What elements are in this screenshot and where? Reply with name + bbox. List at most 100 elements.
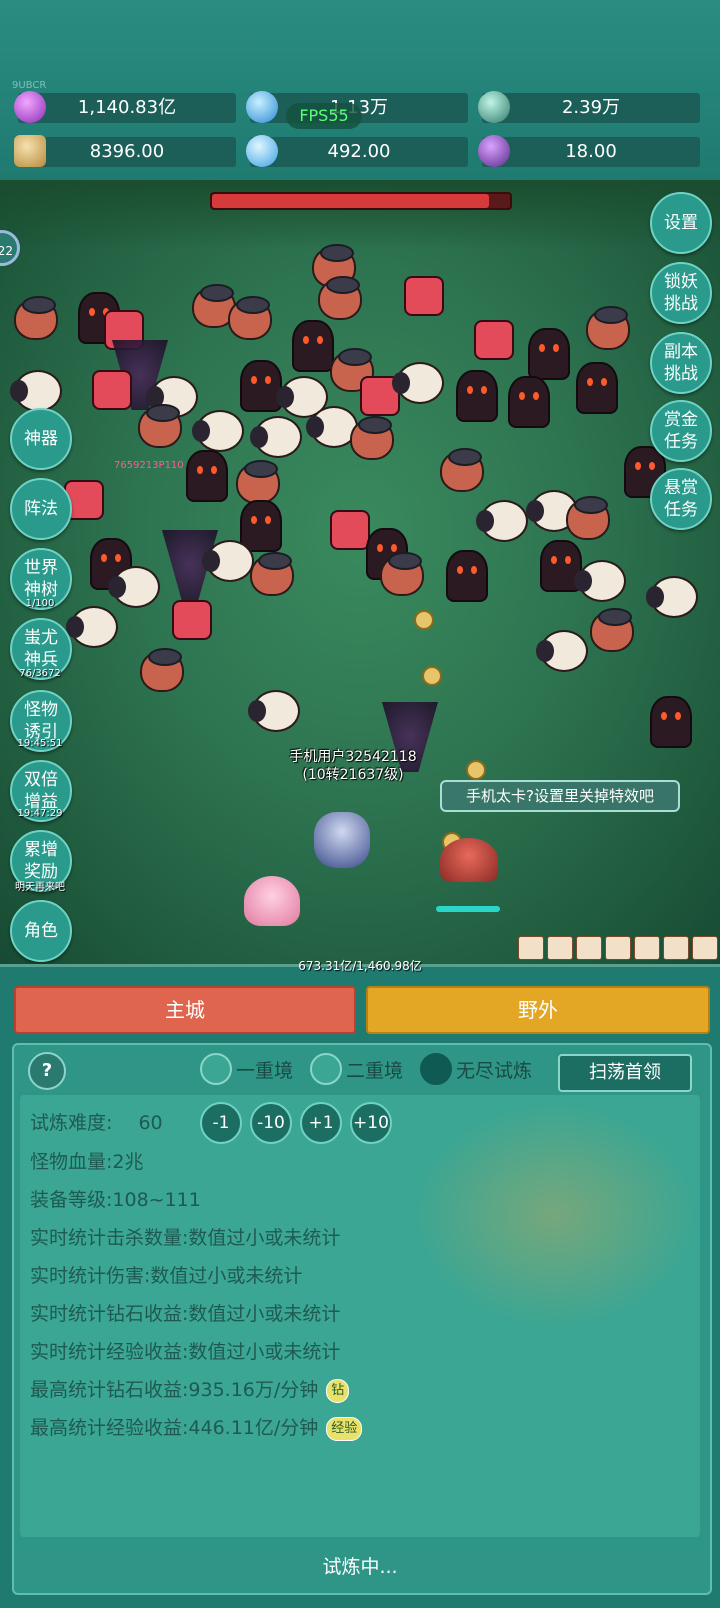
radio-circle (310, 1053, 342, 1085)
gold-coin (466, 760, 486, 780)
monster-cube (172, 600, 212, 640)
radio-circle-selected (420, 1053, 452, 1085)
player-level: (10转21637级) (302, 767, 404, 783)
equipment-level-stat: 装备等级:108~111 (30, 1189, 201, 1211)
battle-field[interactable]: 22 7659213P110 手机用户32542118 (10转21637级) … (0, 180, 720, 965)
monster-cube (404, 276, 444, 316)
performance-tip: 手机太卡?设置里关掉特效吧 (440, 780, 680, 812)
monster-demon (508, 376, 550, 428)
wild-tab[interactable]: 野外 (366, 986, 710, 1034)
radio-circle (200, 1053, 232, 1085)
dungeon-challenge-button[interactable]: 副本 挑战 (650, 332, 712, 394)
fps-counter: FPS55 (286, 103, 362, 129)
side-level-value: 22 (0, 244, 13, 258)
mode-option-2[interactable]: 二重境 (310, 1053, 403, 1085)
monster-bird (440, 448, 484, 492)
monster-bird (350, 416, 394, 460)
gold-coin (414, 610, 434, 630)
dungeon-label: 副本 挑战 (664, 342, 698, 384)
best-diamond-income-row: 最高统计钻石收益:935.16万/分钟钻 (30, 1375, 350, 1403)
resource-ice: 492.00 (246, 135, 468, 167)
monster-demon (240, 360, 282, 412)
reward-label: 悬赏 任务 (664, 478, 698, 520)
resource-value: 2.39万 (561, 97, 621, 118)
difficulty-plus-1-button[interactable]: +1 (300, 1102, 342, 1144)
exp-progress-text: 673.31亿/1,460.98亿 (298, 959, 422, 973)
resource-pots: 18.00 (478, 135, 700, 167)
bounty-label: 赏金 任务 (664, 410, 698, 452)
bounty-task-button[interactable]: 赏金 任务 (650, 400, 712, 462)
chiyou-weapon-progress: 76/3672 (19, 668, 61, 679)
difficulty-plus-10-button[interactable]: +10 (350, 1102, 392, 1144)
resource-value: 8396.00 (89, 141, 165, 162)
artifact-label: 神器 (24, 429, 58, 449)
mode-option-1[interactable]: 一重境 (200, 1053, 293, 1085)
mode-label: 二重境 (346, 1059, 404, 1082)
monster-sheep (476, 500, 528, 542)
monster-demon (292, 320, 334, 372)
monster-demon (456, 370, 498, 422)
settings-button[interactable]: 设置 (650, 192, 712, 254)
monster-demon (528, 328, 570, 380)
top-tiny-label: 9UBCR (12, 80, 47, 91)
monster-lure-label: 怪物 诱引 (24, 700, 58, 742)
character-label: 角色 (24, 921, 58, 941)
monster-sheep (248, 690, 300, 732)
exp-income-stat: 实时统计经验收益:数值过小或未统计 (30, 1341, 341, 1363)
trial-status: 试炼中... (322, 1556, 398, 1578)
best-diamond-income-stat: 最高统计钻石收益:935.16万/分钟 (30, 1379, 319, 1401)
player-character[interactable] (314, 812, 370, 868)
monster-bird (236, 460, 280, 504)
resource-scrolls: 8396.00 (14, 135, 236, 167)
diamond-badge-icon: 钻 (326, 1378, 350, 1403)
world-tree-progress: 1/100 (25, 598, 55, 609)
monster-sheep (10, 370, 62, 412)
demon-lock-challenge-button[interactable]: 锁妖 挑战 (650, 262, 712, 324)
formation-button[interactable]: 阵法 (10, 478, 72, 540)
monster-bird (566, 496, 610, 540)
monster-bird (590, 608, 634, 652)
monster-sheep (108, 566, 160, 608)
monster-bird (228, 296, 272, 340)
demon-lock-label: 锁妖 挑战 (664, 272, 698, 314)
best-exp-income-stat: 最高统计经验收益:446.11亿/分钟 (30, 1417, 319, 1439)
main-city-tab[interactable]: 主城 (14, 986, 356, 1034)
chiyou-weapon-label: 蚩尤 神兵 (24, 628, 58, 670)
reward-task-button[interactable]: 悬赏 任务 (650, 468, 712, 530)
sweep-boss-button[interactable]: 扫荡首领 (558, 1054, 692, 1092)
monster-bird (140, 648, 184, 692)
difficulty-minus-10-button[interactable]: -10 (250, 1102, 292, 1144)
artifact-button[interactable]: 神器 (10, 408, 72, 470)
monster-bird (250, 552, 294, 596)
player-name: 手机用户32542118 (289, 749, 417, 765)
mode-option-endless[interactable]: 无尽试炼 (420, 1053, 532, 1085)
monster-hp-stat: 怪物血量:2兆 (30, 1151, 144, 1173)
exp-badge-icon: 经验 (326, 1416, 363, 1441)
difficulty-row: 试炼难度: 60 (30, 1108, 163, 1135)
resource-value: 492.00 (327, 141, 391, 162)
boss-mini-hp-bar (436, 906, 500, 912)
settings-label: 设置 (664, 213, 698, 233)
difficulty-minus-1-button[interactable]: -1 (200, 1102, 242, 1144)
mode-label: 一重境 (236, 1059, 294, 1082)
kill-count-stat: 实时统计击杀数量:数值过小或未统计 (30, 1227, 341, 1249)
gold-coin (422, 666, 442, 686)
monster-demon (240, 500, 282, 552)
resource-value: 1,140.83亿 (77, 97, 177, 118)
formation-label: 阵法 (24, 499, 58, 519)
mode-label: 无尽试炼 (456, 1059, 533, 1082)
help-button[interactable]: ? (28, 1052, 66, 1090)
cumulative-reward-label: 累增 奖励 (24, 840, 58, 882)
monster-bird (14, 296, 58, 340)
world-tree-label: 世界 神树 (24, 558, 58, 600)
player-name-label: 手机用户32542118 (10转21637级) (278, 748, 428, 784)
monster-sheep (646, 576, 698, 618)
monster-cube (92, 370, 132, 410)
monster-bird (586, 306, 630, 350)
monster-demon (446, 550, 488, 602)
monster-cube (474, 320, 514, 360)
character-button[interactable]: 角色 (10, 900, 72, 962)
difficulty-label: 试炼难度: (30, 1112, 113, 1134)
monster-demon (576, 362, 618, 414)
resource-orbs: 2.39万 (478, 91, 700, 123)
